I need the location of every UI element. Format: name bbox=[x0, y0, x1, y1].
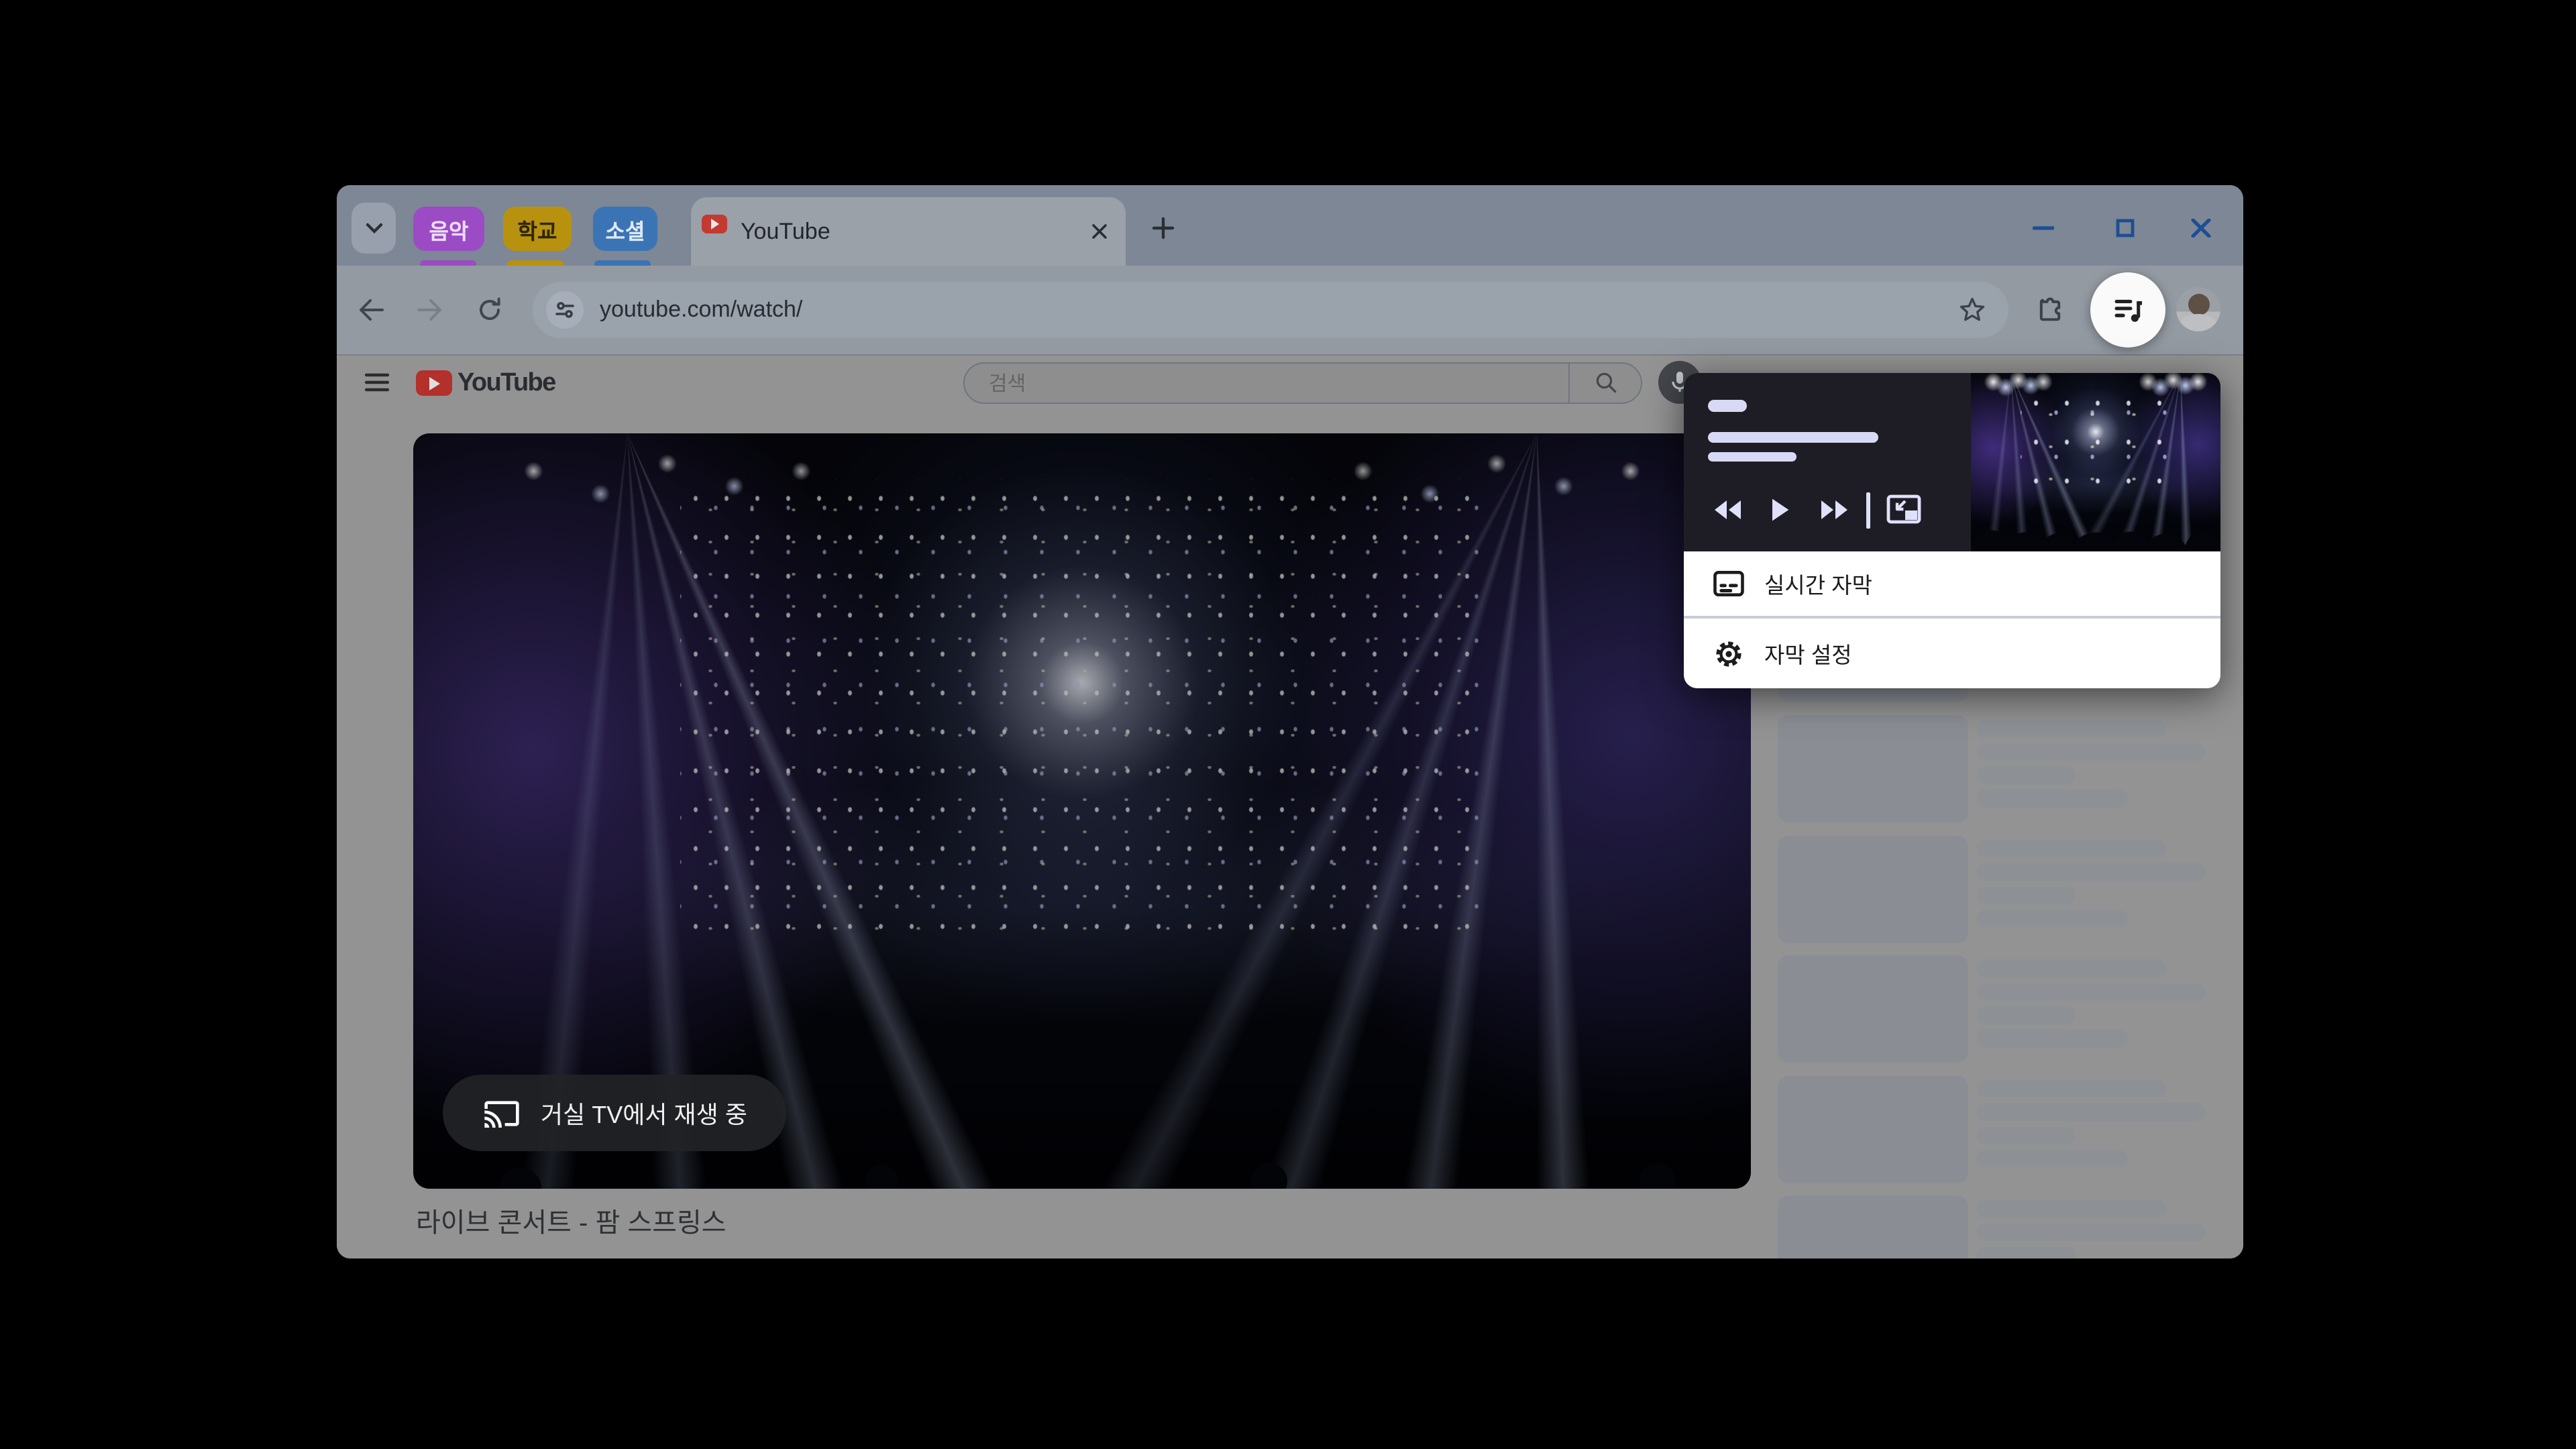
media-controls-button[interactable] bbox=[2090, 272, 2165, 347]
media-thumbnail bbox=[1971, 373, 2220, 551]
play-button[interactable] bbox=[1771, 498, 1790, 522]
reload-button[interactable] bbox=[475, 295, 504, 325]
live-caption-row[interactable]: 실시간 자막 bbox=[1684, 551, 2220, 616]
live-caption-label: 실시간 자막 bbox=[1764, 574, 1872, 598]
media-card bbox=[1684, 373, 2220, 551]
media-artist-placeholder bbox=[1708, 451, 1796, 462]
gear-icon bbox=[1713, 639, 1744, 668]
skeleton-thumbnail bbox=[1778, 1075, 1968, 1183]
sidebar-skeleton-item bbox=[1778, 1075, 2220, 1183]
video-title: 라이브 콘서트 - 팜 스프링스 bbox=[416, 1209, 727, 1238]
close-button[interactable] bbox=[2191, 219, 2211, 237]
youtube-favicon-icon bbox=[702, 215, 727, 233]
tab-group-label: 학교 bbox=[517, 221, 557, 244]
caption-settings-row[interactable]: 자막 설정 bbox=[1684, 618, 2220, 688]
profile-avatar[interactable] bbox=[2176, 287, 2220, 331]
sidebar-skeleton-item bbox=[1778, 1195, 2220, 1258]
video-player[interactable]: 거실 TV에서 재생 중 bbox=[413, 433, 1751, 1189]
live-caption-icon bbox=[1713, 569, 1744, 598]
minimize-button[interactable] bbox=[2033, 219, 2054, 237]
site-settings-icon[interactable] bbox=[546, 291, 584, 329]
back-button[interactable] bbox=[357, 295, 386, 325]
tab-group-chip-school[interactable]: 학교 bbox=[503, 207, 572, 251]
bookmark-star-icon[interactable] bbox=[1957, 295, 1987, 325]
url-text[interactable]: youtube.com/watch/ bbox=[600, 282, 802, 338]
search-input[interactable] bbox=[986, 366, 1528, 401]
youtube-search-bar[interactable] bbox=[963, 362, 1642, 404]
maximize-button[interactable] bbox=[2116, 219, 2135, 237]
media-title-placeholder bbox=[1708, 432, 1878, 442]
tab-group-label: 소셜 bbox=[605, 221, 645, 244]
tab-group-indicator bbox=[507, 260, 564, 266]
picture-in-picture-button[interactable] bbox=[1886, 494, 1921, 525]
address-bar[interactable]: youtube.com/watch/ bbox=[533, 282, 2008, 338]
search-divider bbox=[1568, 364, 1570, 402]
browser-window: 음악 학교 소셜 YouTube youtube.com/watch/ YouT… bbox=[337, 185, 2243, 1258]
active-tab[interactable]: YouTube bbox=[691, 197, 1126, 266]
cast-status-text: 거실 TV에서 재생 중 bbox=[541, 1101, 747, 1128]
sidebar-skeleton-item bbox=[1778, 835, 2220, 943]
skeleton-thumbnail bbox=[1778, 955, 1968, 1063]
next-track-button[interactable] bbox=[1819, 499, 1850, 521]
desktop: 음악 학교 소셜 YouTube youtube.com/watch/ YouT… bbox=[0, 0, 2576, 1449]
previous-track-button[interactable] bbox=[1712, 499, 1743, 521]
youtube-logo-icon[interactable] bbox=[416, 370, 452, 396]
tab-group-chip-music[interactable]: 음악 bbox=[413, 207, 484, 251]
tab-group-chip-social[interactable]: 소셜 bbox=[593, 207, 657, 251]
search-icon[interactable] bbox=[1594, 370, 1618, 394]
forward-button[interactable] bbox=[415, 295, 444, 325]
media-source-placeholder bbox=[1708, 400, 1747, 412]
youtube-logo-text[interactable]: YouTube bbox=[458, 356, 556, 412]
cast-status-pill: 거실 TV에서 재생 중 bbox=[443, 1075, 786, 1151]
menu-hamburger-icon[interactable] bbox=[365, 372, 389, 393]
tab-group-indicator bbox=[594, 260, 651, 266]
sidebar-skeleton-item bbox=[1778, 955, 2220, 1063]
skeleton-thumbnail bbox=[1778, 835, 1968, 943]
tab-group-indicator bbox=[420, 260, 476, 266]
media-playlist-icon bbox=[2110, 292, 2145, 327]
tab-group-label: 음악 bbox=[429, 221, 469, 244]
sidebar-skeleton-item bbox=[1778, 715, 2220, 822]
media-controls-popup: 실시간 자막 자막 설정 bbox=[1684, 373, 2220, 688]
tab-title: YouTube bbox=[741, 218, 830, 244]
browser-toolbar: youtube.com/watch/ bbox=[337, 266, 2243, 356]
tab-close-button[interactable] bbox=[1089, 221, 1110, 241]
skeleton-thumbnail bbox=[1778, 1195, 1968, 1258]
tab-search-button[interactable] bbox=[352, 203, 396, 254]
new-tab-button[interactable] bbox=[1150, 215, 1177, 241]
chevron-down-icon bbox=[364, 222, 383, 234]
controls-divider bbox=[1866, 492, 1870, 529]
extensions-puzzle-icon[interactable] bbox=[2035, 295, 2065, 325]
cast-icon bbox=[483, 1097, 521, 1129]
skeleton-thumbnail bbox=[1778, 715, 1968, 822]
tab-strip: 음악 학교 소셜 YouTube bbox=[337, 185, 2243, 266]
caption-settings-label: 자막 설정 bbox=[1764, 643, 1852, 668]
